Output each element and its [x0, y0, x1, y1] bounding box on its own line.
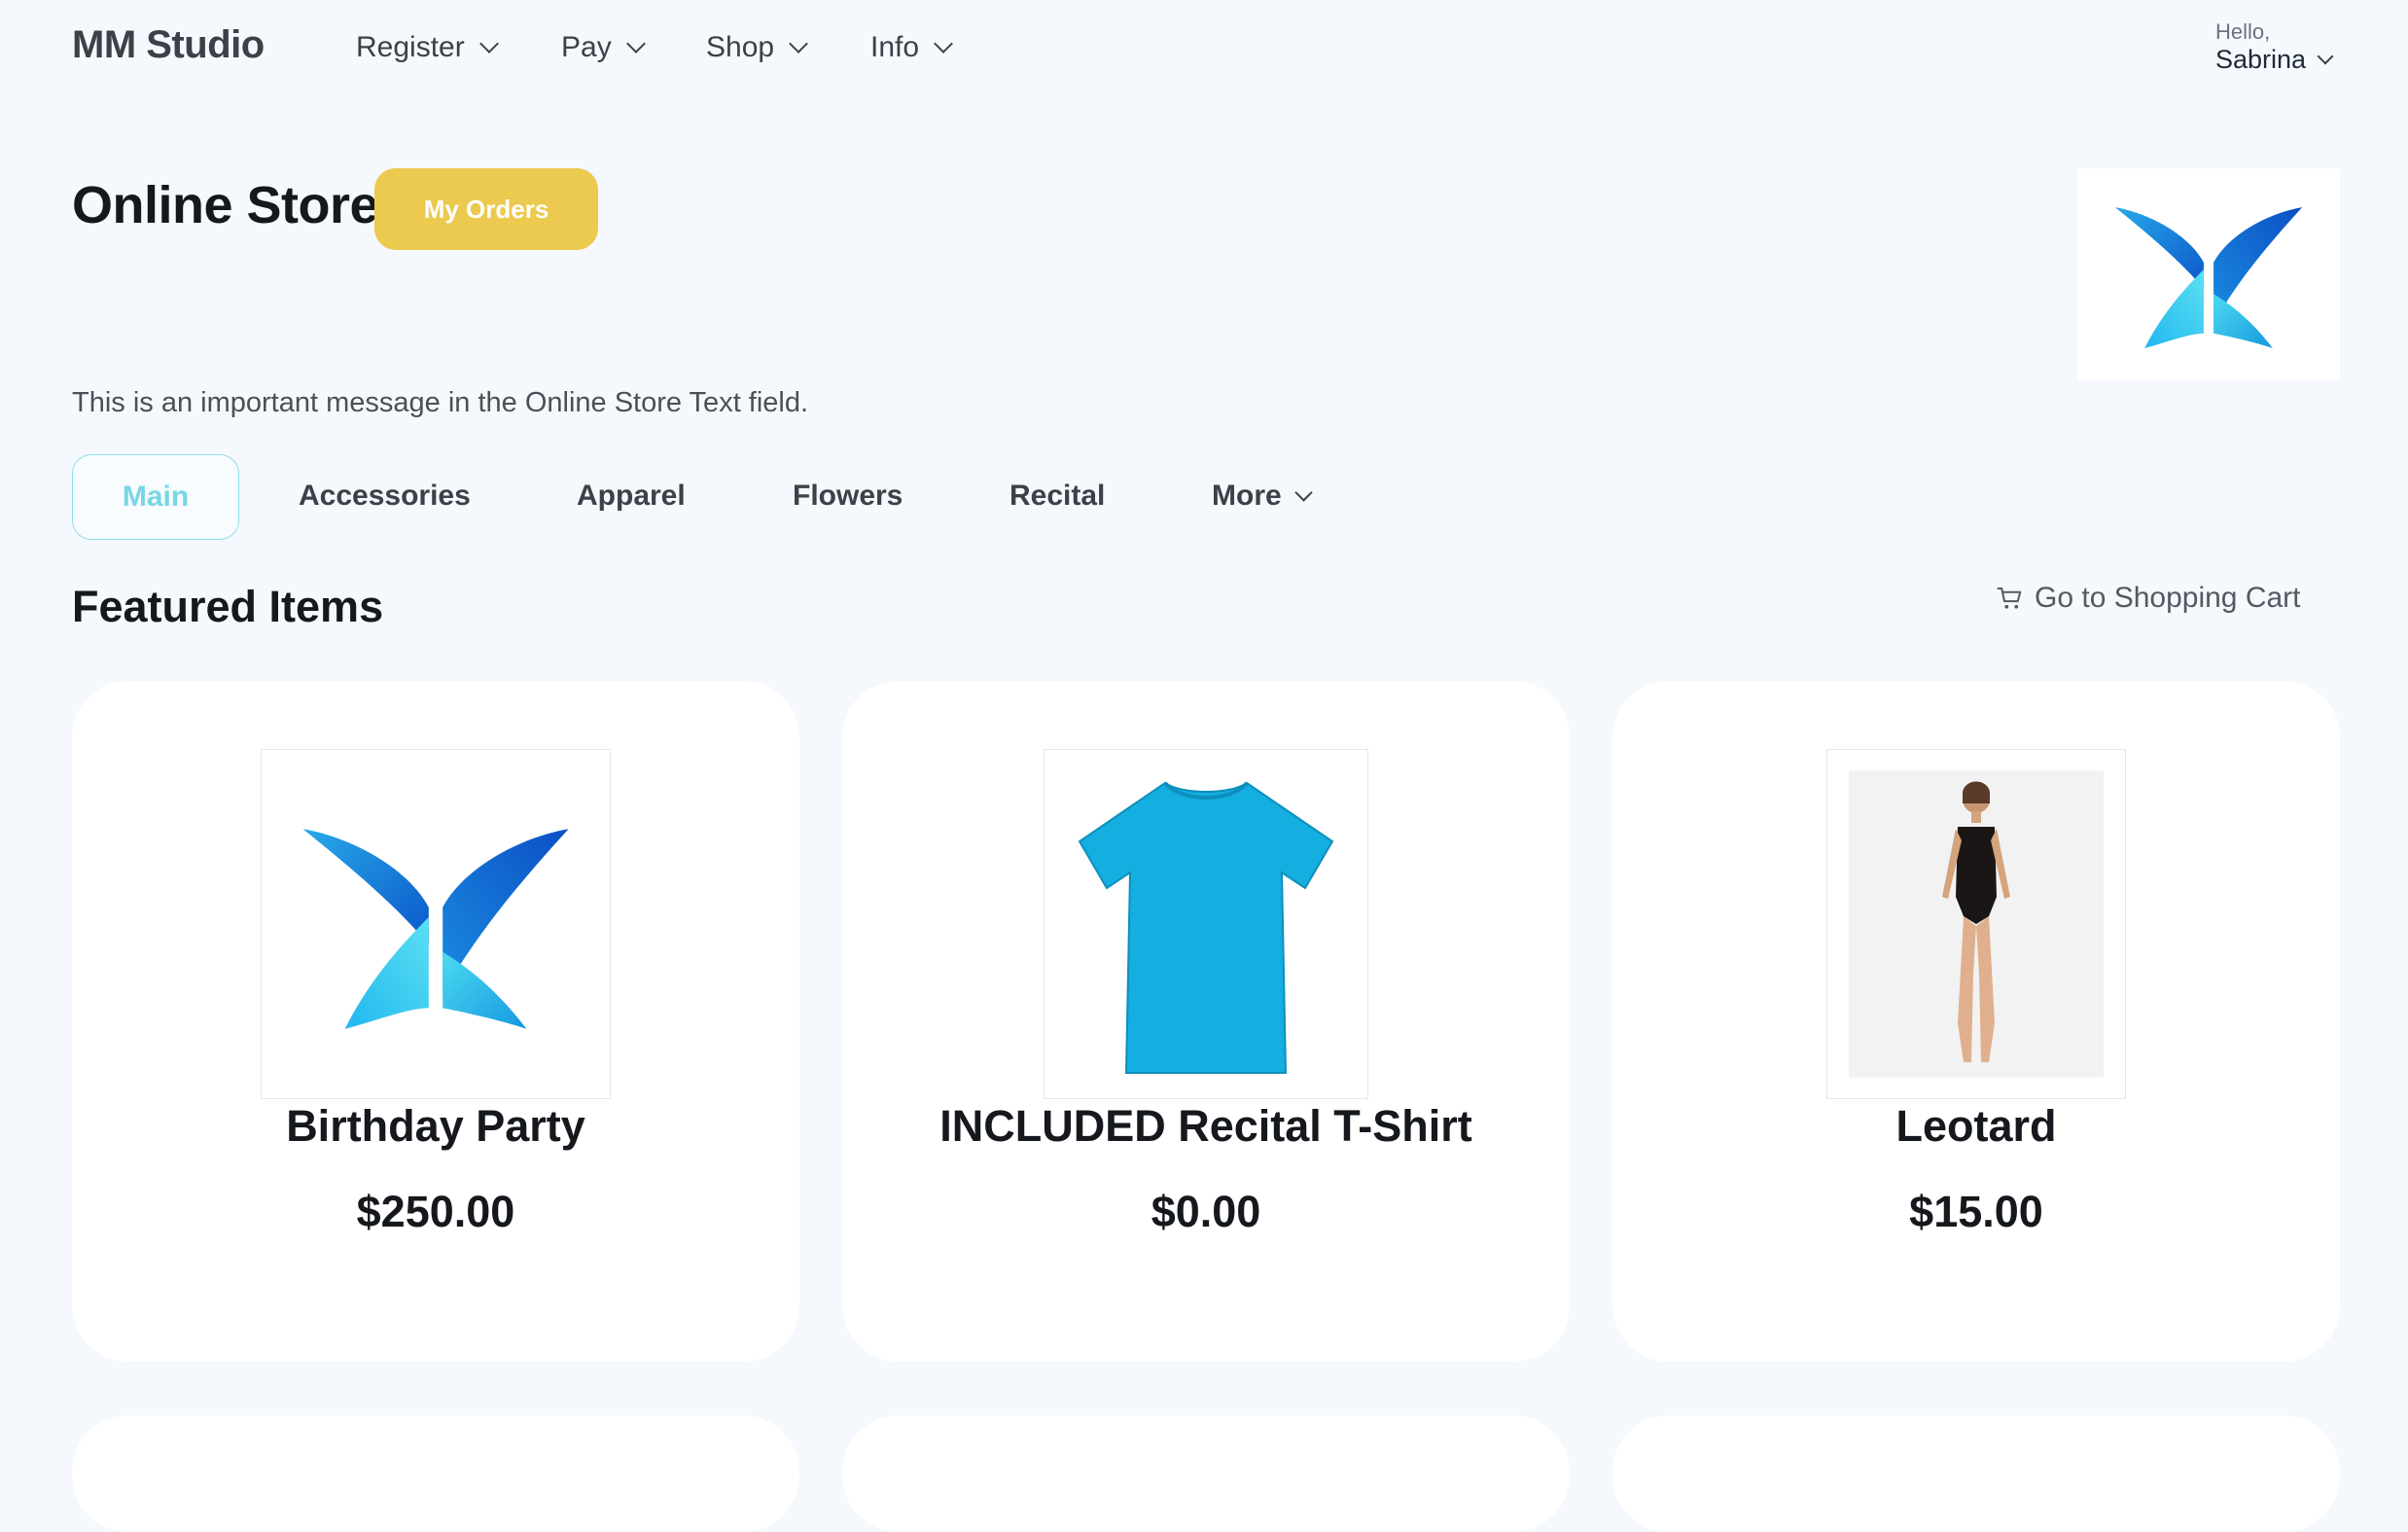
- chevron-down-icon: [625, 34, 646, 53]
- tshirt-icon: [1078, 781, 1334, 1074]
- tab-recital-label: Recital: [1009, 480, 1106, 512]
- nav-register-label: Register: [356, 31, 465, 63]
- chevron-down-icon: [789, 34, 808, 53]
- chevron-down-icon: [478, 34, 499, 53]
- nav-register[interactable]: Register: [356, 31, 499, 64]
- product-image: [1826, 749, 2126, 1099]
- product-card-partial[interactable]: [1612, 1415, 2340, 1532]
- go-to-cart-link[interactable]: Go to Shopping Cart: [1996, 582, 2301, 615]
- product-name: Birthday Party: [286, 1101, 585, 1151]
- product-image: [261, 749, 611, 1099]
- tab-accessories[interactable]: Accessories: [299, 454, 471, 538]
- studio-logo: [2077, 168, 2340, 380]
- brand-name[interactable]: MM Studio: [72, 23, 265, 67]
- tab-main[interactable]: Main: [72, 454, 239, 540]
- tab-recital[interactable]: Recital: [1009, 454, 1105, 538]
- nav-shop-label: Shop: [706, 31, 775, 63]
- tab-accessories-label: Accessories: [299, 480, 471, 512]
- nav-pay-label: Pay: [561, 31, 612, 63]
- product-card-recital-tshirt[interactable]: INCLUDED Recital T-Shirt $0.00: [842, 681, 1570, 1362]
- tab-more[interactable]: More: [1212, 454, 1313, 538]
- product-price: $0.00: [1151, 1187, 1261, 1236]
- tab-apparel-label: Apparel: [577, 480, 686, 512]
- user-greeting: Hello,: [2215, 19, 2271, 44]
- butterfly-logo-icon: [302, 829, 569, 1029]
- shopping-cart-icon: [1997, 588, 2022, 609]
- chevron-down-icon: [934, 34, 953, 53]
- user-menu[interactable]: Sabrina: [2215, 45, 2334, 75]
- page-title: Online Store: [72, 176, 379, 234]
- tab-more-label: More: [1212, 480, 1282, 512]
- tab-apparel[interactable]: Apparel: [577, 454, 686, 538]
- chevron-down-icon: [2317, 48, 2334, 64]
- butterfly-logo-icon: [2114, 207, 2303, 348]
- nav-info[interactable]: Info: [870, 31, 953, 64]
- go-to-cart-label: Go to Shopping Cart: [2035, 582, 2301, 614]
- tab-flowers[interactable]: Flowers: [793, 454, 903, 538]
- product-price: $15.00: [1909, 1187, 2043, 1236]
- tab-main-label: Main: [122, 481, 190, 513]
- nav-info-label: Info: [870, 31, 920, 63]
- chevron-down-icon: [1293, 482, 1313, 502]
- nav-pay[interactable]: Pay: [561, 31, 646, 64]
- product-image: [1044, 749, 1368, 1099]
- product-name: INCLUDED Recital T-Shirt: [939, 1101, 1472, 1151]
- product-card-leotard[interactable]: Leotard $15.00: [1612, 681, 2340, 1362]
- product-name: Leotard: [1895, 1101, 2057, 1151]
- my-orders-button[interactable]: My Orders: [374, 168, 598, 250]
- product-card-partial[interactable]: [72, 1415, 799, 1532]
- user-name: Sabrina: [2215, 45, 2307, 74]
- leotard-icon: [1849, 770, 2104, 1078]
- tab-flowers-label: Flowers: [793, 480, 903, 512]
- product-price: $250.00: [356, 1187, 515, 1236]
- product-card-birthday-party[interactable]: Birthday Party $250.00: [72, 681, 799, 1362]
- product-card-partial[interactable]: [842, 1415, 1570, 1532]
- featured-items-title: Featured Items: [72, 582, 384, 631]
- nav-shop[interactable]: Shop: [706, 31, 808, 64]
- store-message: This is an important message in the Onli…: [72, 387, 809, 418]
